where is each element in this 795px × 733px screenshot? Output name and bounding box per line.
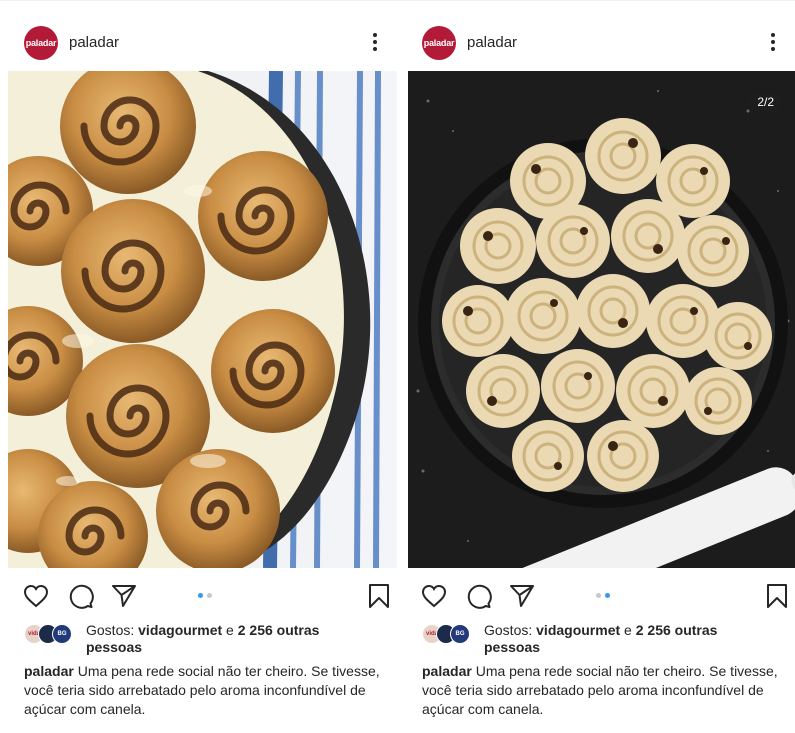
likes-prefix: Gostos: [86, 622, 139, 638]
liker-avatar: BG [450, 624, 470, 644]
liker-username[interactable]: vidagourmet [138, 622, 222, 638]
likes-prefix: Gostos: [484, 622, 537, 638]
likes-text[interactable]: Gostos: vidagourmet e 2 256 outras pesso… [86, 622, 376, 656]
likes-summary: vida BG Gostos: vidagourmet e 2 256 outr… [24, 622, 384, 656]
post-actions [0, 582, 397, 612]
carousel-dot-active [198, 593, 203, 598]
carousel-counter: 2/2 [748, 91, 783, 113]
caption-text: Uma pena rede social não ter cheiro. Se … [24, 663, 380, 717]
liker-username[interactable]: vidagourmet [536, 622, 620, 638]
heart-icon[interactable] [420, 582, 448, 610]
likes-joiner: e [620, 622, 636, 638]
account-username[interactable]: paladar [467, 34, 517, 51]
carousel-dot [596, 593, 601, 598]
carousel-indicator [198, 593, 212, 598]
share-icon[interactable] [508, 582, 536, 610]
bookmark-icon[interactable] [763, 582, 791, 610]
post-header: paladar paladar [0, 22, 397, 62]
post-actions [398, 582, 795, 612]
post-card-2: paladar paladar 2/2 vida BG Gostos: vida… [398, 0, 795, 733]
carousel-indicator [596, 593, 610, 598]
post-header: paladar paladar [398, 22, 795, 62]
post-card-1: paladar paladar vida BG Gostos: vidagour… [0, 0, 397, 733]
liker-avatars: vida BG [24, 624, 80, 644]
share-icon[interactable] [110, 582, 138, 610]
comment-icon[interactable] [465, 582, 493, 610]
post-caption: paladar Uma pena rede social não ter che… [422, 662, 782, 719]
carousel-dot [207, 593, 212, 598]
heart-icon[interactable] [22, 582, 50, 610]
comment-icon[interactable] [67, 582, 95, 610]
more-options-icon[interactable] [765, 28, 781, 56]
account-avatar[interactable]: paladar [24, 26, 58, 60]
likes-summary: vida BG Gostos: vidagourmet e 2 256 outr… [422, 622, 782, 656]
liker-avatars: vida BG [422, 624, 478, 644]
more-options-icon[interactable] [367, 28, 383, 56]
account-avatar[interactable]: paladar [422, 26, 456, 60]
bookmark-icon[interactable] [365, 582, 393, 610]
cinnamon-rolls-baked-photo [8, 71, 397, 568]
cinnamon-rolls-raw-photo [408, 71, 795, 568]
post-photo[interactable]: 2/2 [408, 71, 795, 568]
liker-avatar: BG [52, 624, 72, 644]
carousel-dot-active [605, 593, 610, 598]
post-caption: paladar Uma pena rede social não ter che… [24, 662, 384, 719]
caption-text: Uma pena rede social não ter cheiro. Se … [422, 663, 778, 717]
instagram-feed-screenshot: paladar paladar vida BG Gostos: vidagour… [0, 0, 795, 733]
caption-username[interactable]: paladar [24, 663, 74, 679]
likes-text[interactable]: Gostos: vidagourmet e 2 256 outras pesso… [484, 622, 774, 656]
caption-username[interactable]: paladar [422, 663, 472, 679]
post-photo[interactable] [8, 71, 397, 568]
likes-joiner: e [222, 622, 238, 638]
account-username[interactable]: paladar [69, 34, 119, 51]
